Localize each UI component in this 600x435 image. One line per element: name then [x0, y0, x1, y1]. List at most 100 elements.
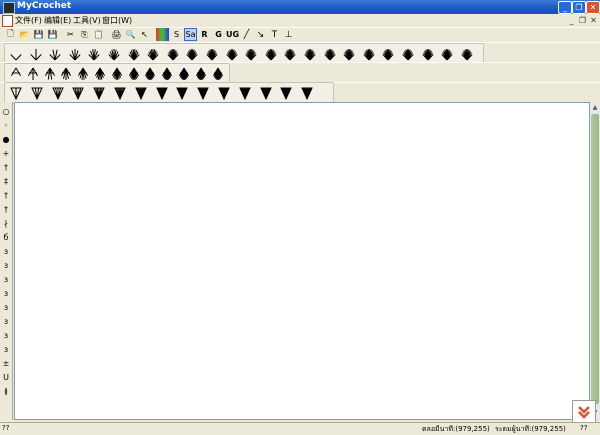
symbol-17-icon[interactable]: з: [1, 330, 11, 342]
stitch-shell-4-icon[interactable]: [70, 85, 86, 101]
menu-tools[interactable]: 工具(V): [73, 15, 101, 26]
stitch-decrease-6-icon[interactable]: [92, 66, 108, 82]
stitch-increase-1-icon[interactable]: [8, 46, 24, 62]
stitch-increase-4-icon[interactable]: [67, 46, 83, 62]
stitch-decrease-2-icon[interactable]: [25, 66, 41, 82]
symbol-13-icon[interactable]: з: [1, 274, 11, 286]
stitch-increase-7-icon[interactable]: [126, 46, 142, 62]
menu-file[interactable]: 文件(F): [15, 15, 42, 26]
paste-icon[interactable]: 📋: [92, 28, 105, 41]
stitch-increase-15-icon[interactable]: [282, 46, 298, 62]
stitch-increase-16-icon[interactable]: [302, 46, 318, 62]
print-icon[interactable]: 🖨: [110, 28, 123, 41]
minimize-button[interactable]: _: [558, 1, 572, 14]
stitch-shell-2-icon[interactable]: [29, 85, 45, 101]
symbol-12-icon[interactable]: з: [1, 260, 11, 272]
t-tool-icon[interactable]: T: [268, 28, 281, 41]
cut-icon[interactable]: ✂: [64, 28, 77, 41]
stitch-shell-12-icon[interactable]: [237, 85, 253, 101]
stitch-shell-9-icon[interactable]: [174, 85, 190, 101]
stitch-shell-3-icon[interactable]: [50, 85, 66, 101]
symbol-2-icon[interactable]: ◦: [1, 120, 11, 132]
menu-edit[interactable]: 编辑(E): [44, 15, 71, 26]
menu-window[interactable]: 窗口(W): [102, 15, 132, 26]
select-all-icon[interactable]: Sa: [184, 28, 197, 41]
stitch-increase-8-icon[interactable]: [145, 46, 161, 62]
stitch-decrease-8-icon[interactable]: [126, 66, 142, 82]
symbol-3-icon[interactable]: ●: [1, 134, 11, 146]
scroll-up-icon[interactable]: ▲: [591, 103, 599, 112]
sign-tool-icon[interactable]: ⊥: [282, 28, 295, 41]
stitch-decrease-10-icon[interactable]: [159, 66, 175, 82]
stitch-increase-18-icon[interactable]: [341, 46, 357, 62]
vertical-scrollbar[interactable]: ▲ ▼: [590, 102, 600, 420]
stitch-shell-14-icon[interactable]: [278, 85, 294, 101]
stitch-increase-10-icon[interactable]: [184, 46, 200, 62]
symbol-7-icon[interactable]: †: [1, 190, 11, 202]
stitch-r-button[interactable]: R: [198, 28, 211, 41]
stitch-decrease-11-icon[interactable]: [176, 66, 192, 82]
stitch-decrease-1-icon[interactable]: [8, 66, 24, 82]
expand-down-button[interactable]: [572, 400, 596, 424]
close-button[interactable]: ✕: [586, 1, 600, 14]
symbol-6-icon[interactable]: ‡: [1, 176, 11, 188]
symbol-10-icon[interactable]: б: [1, 232, 11, 244]
stitch-decrease-12-icon[interactable]: [193, 66, 209, 82]
stitch-decrease-13-icon[interactable]: [210, 66, 226, 82]
stitch-shell-5-icon[interactable]: [91, 85, 107, 101]
scroll-thumb[interactable]: [591, 114, 599, 404]
mdi-close-button[interactable]: ✕: [589, 16, 598, 25]
mdi-restore-button[interactable]: ❐: [578, 16, 587, 25]
stitch-shell-15-icon[interactable]: [299, 85, 315, 101]
stitch-increase-23-icon[interactable]: [439, 46, 455, 62]
symbol-19-icon[interactable]: ±: [1, 358, 11, 370]
arrow-tool-icon[interactable]: ↘: [254, 28, 267, 41]
symbol-15-icon[interactable]: з: [1, 302, 11, 314]
color-icon[interactable]: [156, 28, 169, 41]
save-as-icon[interactable]: 💾: [46, 28, 59, 41]
stitch-increase-17-icon[interactable]: [322, 46, 338, 62]
print-preview-icon[interactable]: 🔍: [124, 28, 137, 41]
copy-icon[interactable]: ⎘: [78, 28, 91, 41]
symbol-1-icon[interactable]: ○: [1, 106, 11, 118]
app-icon[interactable]: [3, 2, 15, 14]
stitch-shell-10-icon[interactable]: [195, 85, 211, 101]
stitch-increase-21-icon[interactable]: [400, 46, 416, 62]
stitch-shell-8-icon[interactable]: [154, 85, 170, 101]
symbol-11-icon[interactable]: з: [1, 246, 11, 258]
symbol-21-icon[interactable]: ≬: [1, 386, 11, 398]
stitch-decrease-4-icon[interactable]: [58, 66, 74, 82]
stitch-decrease-9-icon[interactable]: [142, 66, 158, 82]
symbol-4-icon[interactable]: +: [1, 148, 11, 160]
stitch-increase-9-icon[interactable]: [165, 46, 181, 62]
symbol-18-icon[interactable]: з: [1, 344, 11, 356]
new-icon[interactable]: 🗋: [4, 28, 17, 41]
select-text-icon[interactable]: S: [170, 28, 183, 41]
stitch-shell-13-icon[interactable]: [258, 85, 274, 101]
stitch-decrease-3-icon[interactable]: [42, 66, 58, 82]
pointer-icon[interactable]: ↖: [138, 28, 151, 41]
stitch-increase-20-icon[interactable]: [380, 46, 396, 62]
maximize-button[interactable]: ❐: [572, 1, 586, 14]
stitch-increase-6-icon[interactable]: [106, 46, 122, 62]
stitch-increase-24-icon[interactable]: [459, 46, 475, 62]
stitch-shell-1-icon[interactable]: [8, 85, 24, 101]
mdi-minimize-button[interactable]: _: [567, 16, 576, 25]
stitch-increase-2-icon[interactable]: [28, 46, 44, 62]
save-icon[interactable]: 💾: [32, 28, 45, 41]
stitch-ug-button[interactable]: UG: [226, 28, 239, 41]
document-icon[interactable]: [2, 15, 13, 27]
stitch-shell-11-icon[interactable]: [216, 85, 232, 101]
symbol-20-icon[interactable]: U: [1, 372, 11, 384]
stitch-increase-19-icon[interactable]: [361, 46, 377, 62]
stitch-decrease-7-icon[interactable]: [109, 66, 125, 82]
stitch-increase-14-icon[interactable]: [263, 46, 279, 62]
symbol-14-icon[interactable]: з: [1, 288, 11, 300]
open-icon[interactable]: 📂: [18, 28, 31, 41]
stitch-g-button[interactable]: G: [212, 28, 225, 41]
stitch-decrease-5-icon[interactable]: [75, 66, 91, 82]
stitch-increase-5-icon[interactable]: [86, 46, 102, 62]
stitch-shell-7-icon[interactable]: [133, 85, 149, 101]
chart-canvas[interactable]: [14, 102, 590, 420]
symbol-16-icon[interactable]: з: [1, 316, 11, 328]
